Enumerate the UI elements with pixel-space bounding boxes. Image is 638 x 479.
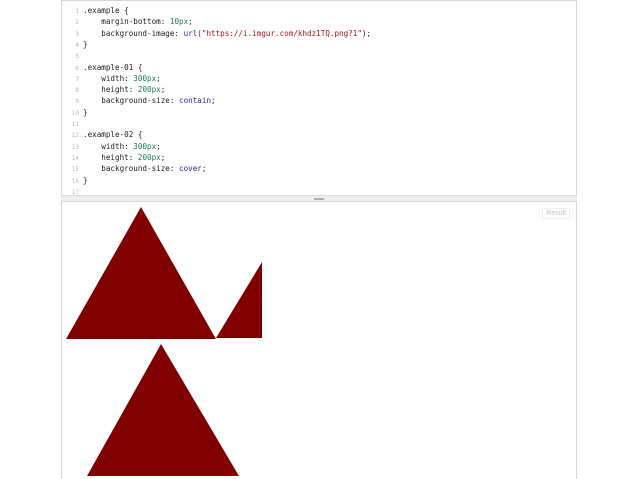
code-token: height: bbox=[83, 85, 138, 95]
code-line: 8 height: 200px; bbox=[62, 84, 165, 95]
code-line: 15 background-size: cover; bbox=[62, 163, 207, 174]
code-token: height: bbox=[83, 152, 138, 162]
code-line: 6 .example-01 { bbox=[62, 62, 142, 73]
code-token: 200px bbox=[137, 85, 161, 95]
code-token: .example { bbox=[83, 6, 129, 15]
code-token: .example-01 { bbox=[83, 62, 143, 72]
grip-icon bbox=[314, 198, 324, 200]
code-token: background-size: bbox=[83, 164, 180, 174]
code-line: 16} bbox=[62, 175, 88, 186]
example-01-box bbox=[66, 207, 216, 339]
code-token: "https://i.imgur.com/khdz1TQ.png?1" bbox=[201, 28, 362, 38]
code-token: } bbox=[83, 107, 88, 117]
code-line: 11 bbox=[62, 118, 83, 129]
result-label: Result bbox=[542, 208, 570, 219]
code-token: } bbox=[83, 39, 88, 49]
code-line: 12 .example-02 { bbox=[62, 129, 143, 140]
code-token: 300px bbox=[133, 141, 157, 151]
code-token: ; bbox=[211, 96, 216, 106]
code-line: 3 background-image: url("https://i.imgur… bbox=[62, 28, 371, 39]
code-token: ; bbox=[160, 85, 166, 95]
code-line: 1 .example { bbox=[62, 5, 129, 16]
code-token: ; bbox=[156, 73, 161, 83]
code-token: cover bbox=[179, 164, 202, 174]
code-line: 5 bbox=[62, 50, 83, 61]
code-token: background-image: bbox=[83, 28, 184, 38]
code-token: width: bbox=[83, 73, 134, 83]
code-line: 9 background-size: contain; bbox=[62, 95, 216, 106]
code-token: ; bbox=[188, 17, 193, 27]
code-token: url( bbox=[183, 28, 202, 38]
code-token: 300px bbox=[133, 73, 157, 83]
result-pane: Result bbox=[61, 202, 577, 479]
code-line: 10} bbox=[62, 107, 88, 118]
code-token: width: bbox=[83, 141, 134, 151]
code-token: contain bbox=[179, 96, 212, 106]
code-token: margin-bottom: bbox=[83, 17, 170, 27]
code-line: 13 width: 300px; bbox=[62, 141, 161, 152]
code-line: 4} bbox=[62, 39, 88, 50]
code-token: ; bbox=[156, 141, 161, 151]
triangle-repeat-shape bbox=[216, 262, 262, 338]
triangle-cover-shape bbox=[87, 344, 239, 476]
code-token: background-size: bbox=[83, 96, 180, 106]
fiddle-app: 1 .example {2 margin-bottom: 10px; 3 backg… bbox=[61, 0, 577, 479]
triangle-contain-shape bbox=[66, 207, 216, 339]
code-token: 200px bbox=[137, 152, 161, 162]
code-token: ); bbox=[361, 28, 372, 38]
code-line: 14 height: 200px; bbox=[62, 152, 166, 163]
code-token: 10px bbox=[169, 17, 189, 27]
example-02-partial-box bbox=[216, 262, 262, 338]
css-code-editor[interactable]: 1 .example {2 margin-bottom: 10px; 3 backg… bbox=[61, 0, 577, 196]
code-token: } bbox=[83, 175, 88, 185]
code-line: 2 margin-bottom: 10px; bbox=[62, 16, 193, 27]
code-token: ; bbox=[201, 164, 207, 174]
pane-resize-handle[interactable] bbox=[61, 195, 577, 202]
code-token: .example-02 { bbox=[83, 130, 143, 140]
code-token: ; bbox=[160, 152, 166, 162]
example-02-box bbox=[87, 344, 239, 476]
code-line: 7 width: 300px; bbox=[62, 73, 161, 84]
